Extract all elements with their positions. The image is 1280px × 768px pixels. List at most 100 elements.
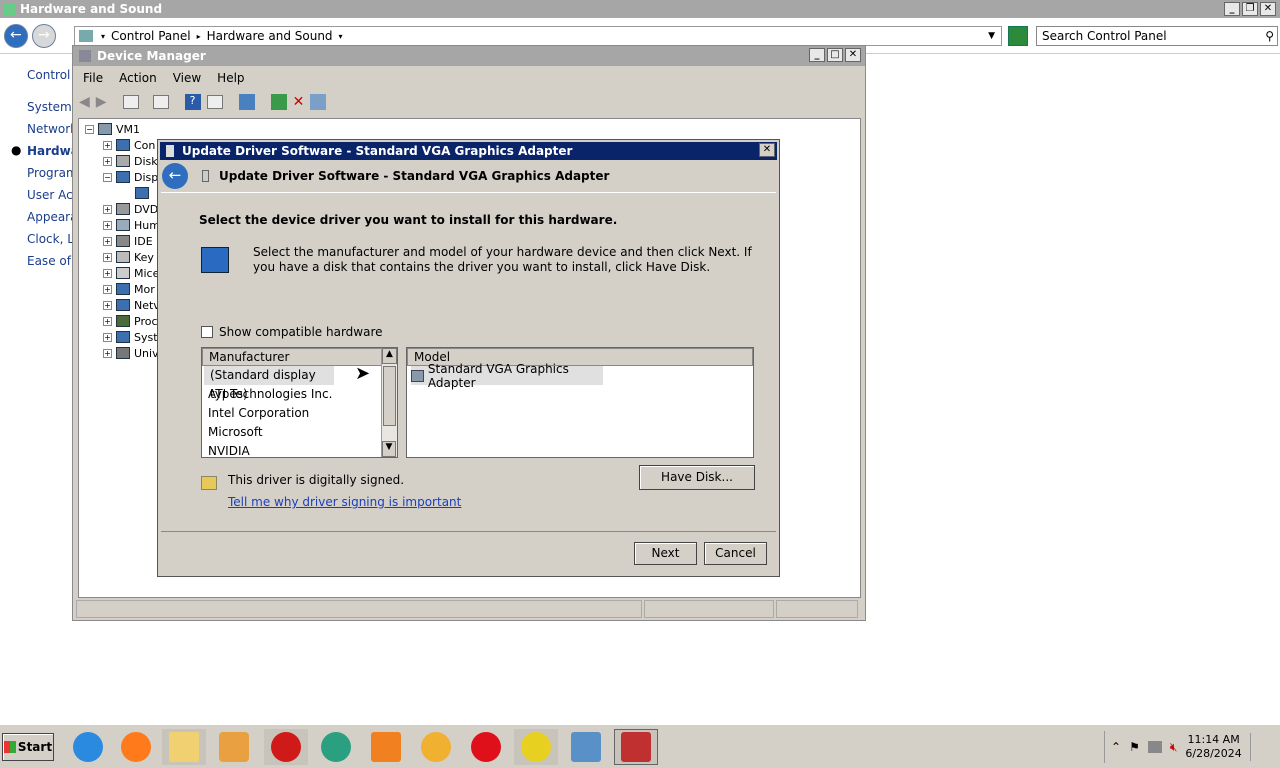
tree-item[interactable]: + Con (103, 137, 155, 153)
cancel-button[interactable]: Cancel (704, 542, 767, 565)
model-list[interactable]: Model Standard VGA Graphics Adapter (406, 347, 754, 458)
close-button[interactable]: ✕ (1260, 2, 1276, 16)
tree-item[interactable]: + Key (103, 249, 154, 265)
disable-icon[interactable] (310, 94, 327, 110)
expand-icon[interactable]: + (103, 220, 112, 230)
dm-close-button[interactable]: ✕ (845, 48, 861, 62)
taskbar-app[interactable] (414, 729, 458, 765)
manufacturer-item[interactable]: ATI Technologies Inc. (202, 385, 397, 404)
sidebar-link-hardware[interactable]: Hardwa (27, 144, 73, 158)
expand-icon[interactable]: + (103, 204, 112, 214)
tree-item[interactable]: + Mor (103, 281, 155, 297)
taskbar-app[interactable] (364, 729, 408, 765)
menu-help[interactable]: Help (217, 71, 244, 85)
tree-item-vga[interactable] (135, 185, 153, 201)
taskbar-app[interactable] (66, 729, 110, 765)
show-desktop-button[interactable] (1249, 733, 1260, 761)
tree-item[interactable]: + DVD (103, 201, 158, 217)
sidebar-link-ease-of-access[interactable]: Ease of A (27, 254, 73, 268)
scroll-down-icon[interactable]: ▼ (382, 441, 396, 457)
forward-icon[interactable]: ▶ (96, 94, 107, 110)
tray-expand-icon[interactable]: ⌃ (1111, 740, 1121, 754)
driver-signing-link[interactable]: Tell me why driver signing is important (228, 495, 461, 509)
collapse-icon[interactable]: − (85, 124, 94, 134)
show-compatible-checkbox[interactable]: Show compatible hardware (201, 325, 383, 339)
sidebar-link-network[interactable]: Network (27, 122, 73, 136)
tree-item[interactable]: + Mice (103, 265, 159, 281)
view-icon[interactable] (206, 95, 223, 109)
expand-icon[interactable]: + (103, 252, 112, 262)
scan-hardware-icon[interactable] (238, 94, 255, 110)
sidebar-link-control-panel[interactable]: Control P (27, 68, 73, 82)
uninstall-icon[interactable]: ✕ (293, 94, 305, 110)
manufacturer-item[interactable]: NVIDIA (202, 442, 397, 457)
expand-icon[interactable]: + (103, 332, 112, 342)
menu-view[interactable]: View (173, 71, 201, 85)
action-center-flag-icon[interactable]: ⚑ (1129, 740, 1140, 754)
expand-icon[interactable]: + (103, 316, 112, 326)
taskbar-app[interactable] (114, 729, 158, 765)
taskbar-app[interactable] (314, 729, 358, 765)
tree-item[interactable]: + Univ (103, 345, 159, 361)
taskbar-app[interactable] (212, 729, 256, 765)
forward-button[interactable]: → (32, 24, 56, 48)
expand-icon[interactable]: + (103, 140, 112, 150)
clock[interactable]: 11:14 AM 6/28/2024 (1185, 733, 1241, 761)
dm-minimize-button[interactable]: _ (809, 48, 825, 62)
minimize-button[interactable]: _ (1224, 2, 1240, 16)
back-icon[interactable]: ◀ (79, 94, 90, 110)
scroll-up-icon[interactable]: ▲ (382, 348, 397, 364)
taskbar-app[interactable] (514, 729, 558, 765)
search-input[interactable]: Search Control Panel ⚲ (1036, 26, 1278, 46)
manufacturer-item[interactable]: Intel Corporation (202, 404, 397, 423)
menu-action[interactable]: Action (119, 71, 157, 85)
tree-item[interactable]: − Disp (103, 169, 158, 185)
breadcrumb-hardware-sound[interactable]: Hardware and Sound (207, 29, 333, 43)
tree-item[interactable]: + Netv (103, 297, 160, 313)
sidebar-link-user-accounts[interactable]: User Acc (27, 188, 73, 202)
sidebar-link-appearance[interactable]: Appearar (27, 210, 73, 224)
back-button[interactable]: ← (162, 163, 188, 189)
back-button[interactable]: ← (4, 24, 28, 48)
volume-muted-icon[interactable]: 🔇︎ (1170, 740, 1178, 755)
expand-icon[interactable]: + (103, 300, 112, 310)
restore-button[interactable]: ❐ (1242, 2, 1258, 16)
expand-icon[interactable]: + (103, 268, 112, 278)
address-bar[interactable]: ▾ Control Panel ▸ Hardware and Sound ▾ ▼ (74, 26, 1002, 46)
manufacturer-item[interactable]: Microsoft (202, 423, 397, 442)
sidebar-link-system[interactable]: System a (27, 100, 73, 114)
manufacturer-item-selected[interactable]: (Standard display types) (204, 366, 334, 401)
search-icon[interactable]: ⚲ (1265, 29, 1274, 43)
next-button[interactable]: Next (634, 542, 697, 565)
taskbar-app[interactable] (564, 729, 608, 765)
start-button[interactable]: Start (2, 733, 54, 761)
taskbar-app-active[interactable] (614, 729, 658, 765)
breadcrumb-control-panel[interactable]: Control Panel (111, 29, 191, 43)
refresh-button[interactable] (1008, 26, 1028, 46)
manufacturer-scrollbar[interactable]: ▲ ▼ (381, 348, 397, 457)
have-disk-button[interactable]: Have Disk... (639, 465, 755, 490)
tree-item[interactable]: + Proc (103, 313, 158, 329)
help-icon[interactable]: ? (184, 94, 201, 110)
taskbar-app[interactable] (264, 729, 308, 765)
expand-icon[interactable]: + (103, 284, 112, 294)
menu-file[interactable]: File (83, 71, 103, 85)
taskbar-app[interactable] (162, 729, 206, 765)
taskbar-app[interactable] (464, 729, 508, 765)
sidebar-link-clock[interactable]: Clock, La (27, 232, 73, 246)
properties-icon[interactable] (152, 95, 169, 109)
scroll-thumb[interactable] (383, 366, 396, 426)
tree-item[interactable]: + IDE (103, 233, 153, 249)
checkbox-box[interactable] (201, 326, 213, 338)
collapse-icon[interactable]: − (103, 172, 112, 182)
model-item-selected[interactable]: Standard VGA Graphics Adapter (411, 362, 603, 390)
dialog-close-button[interactable]: ✕ (759, 143, 775, 157)
expand-icon[interactable]: + (103, 348, 112, 358)
tree-item[interactable]: + Hum (103, 217, 160, 233)
address-dropdown-icon[interactable]: ▼ (988, 31, 995, 41)
dm-maximize-button[interactable]: □ (827, 48, 843, 62)
network-icon[interactable] (1147, 741, 1162, 753)
update-driver-icon[interactable] (270, 94, 287, 110)
tree-item[interactable]: + Disk (103, 153, 158, 169)
tree-item[interactable]: + Syst (103, 329, 158, 345)
